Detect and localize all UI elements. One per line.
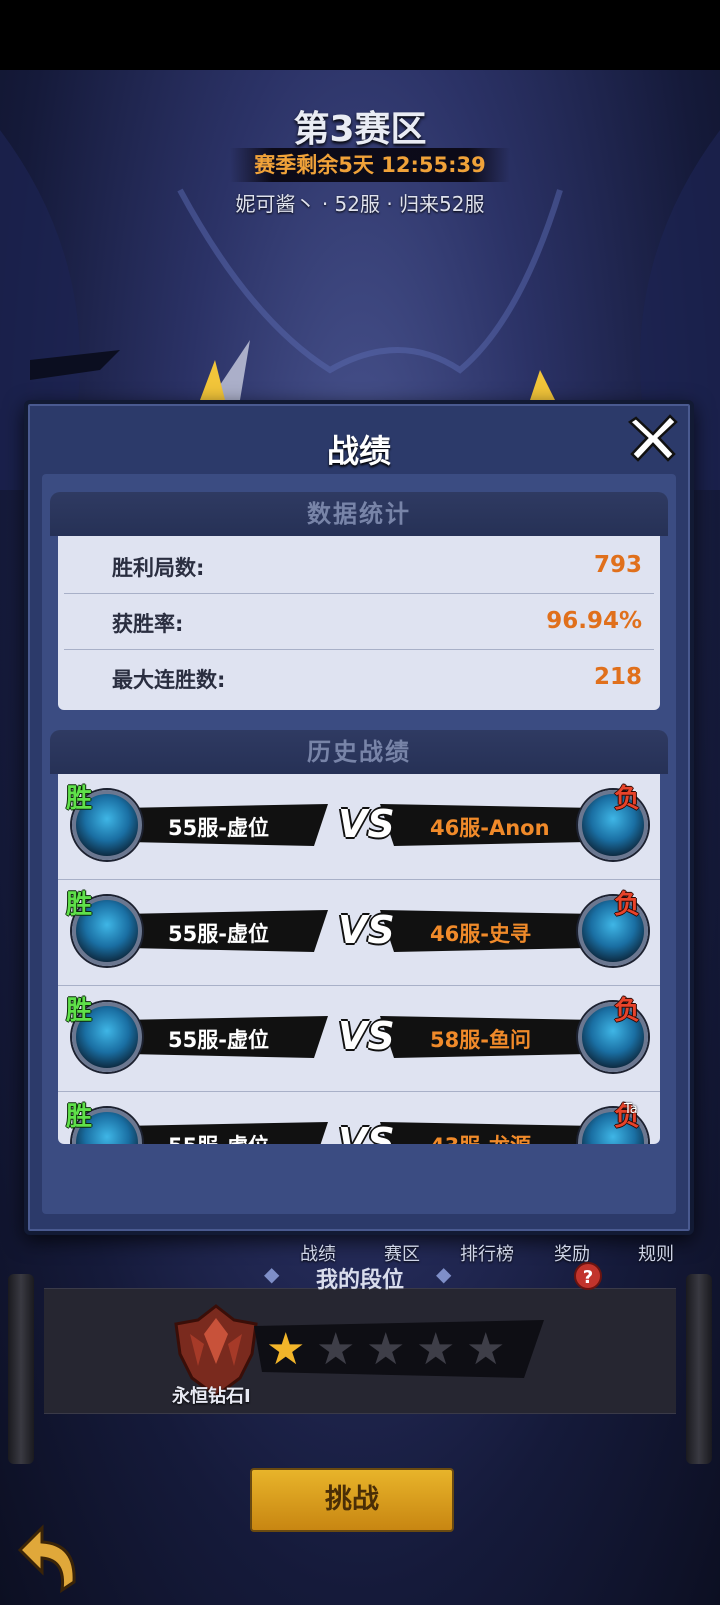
modal-content: 数据统计 胜利局数: 793 获胜率: 96.94% 最大连胜数: 218 历史… [42, 474, 676, 1214]
stats-box: 胜利局数: 793 获胜率: 96.94% 最大连胜数: 218 [58, 536, 660, 710]
season-timer: 赛季剩余5天 12:55:39 [254, 153, 486, 177]
rank-panel: ◆ ◆ 我的段位 ? 永恒钻石I ★ ★ ★ ★ ★ [0, 1248, 720, 1464]
star-empty-icon: ★ [466, 1324, 506, 1375]
rank-name: 永恒钻石I [172, 1386, 251, 1407]
lose-badge: 负 [614, 996, 641, 1026]
match-row[interactable]: 胜 负 Ta 55服-虚位 VS 43服-龙源 [58, 1092, 660, 1144]
vs-label: VS [338, 802, 395, 846]
history-list[interactable]: 胜 负 55服-虚位 VS 46服-Anon 胜 负 55服-虚位 VS 46服… [58, 774, 660, 1144]
player-name: 55服-虚位 [168, 1130, 269, 1144]
stat-label: 最大连胜数: [112, 668, 226, 692]
season-timer-banner: 赛季剩余5天 12:55:39 [230, 148, 510, 182]
scroll-handle-right [686, 1274, 712, 1464]
challenge-button[interactable]: 挑战 [250, 1468, 454, 1532]
season-title: 第3赛区 [293, 109, 427, 150]
back-button[interactable] [12, 1520, 82, 1594]
player-name: 55服-虚位 [168, 922, 269, 946]
player-name: 55服-虚位 [168, 816, 269, 840]
opponent-tag: Ta [624, 1102, 638, 1117]
match-row[interactable]: 胜 负 55服-虚位 VS 46服-Anon [58, 774, 660, 880]
scroll-handle-left [8, 1274, 34, 1464]
stat-label: 胜利局数: [112, 556, 205, 580]
opponent-name: 46服-Anon [430, 816, 550, 840]
vs-label: VS [338, 1120, 395, 1144]
rank-title: 我的段位 [315, 1268, 404, 1293]
win-badge: 胜 [66, 890, 93, 920]
stat-value: 218 [593, 664, 642, 690]
close-icon [627, 414, 678, 462]
lose-badge: 负 [614, 890, 641, 920]
stat-row-winrate: 获胜率: 96.94% [64, 594, 654, 650]
player-name: 55服-虚位 [168, 1028, 269, 1052]
win-badge: 胜 [66, 996, 93, 1026]
match-row[interactable]: 胜 负 55服-虚位 VS 58服-鱼问 [58, 986, 660, 1092]
record-modal: 战绩 数据统计 胜利局数: 793 获胜率: 96.94% 最大连胜数: 218… [24, 400, 694, 1235]
stats-header: 数据统计 [50, 492, 668, 536]
opponent-name: 46服-史寻 [430, 922, 531, 946]
history-header: 历史战绩 [50, 730, 668, 774]
opponent-name: 43服-龙源 [430, 1130, 590, 1144]
vs-label: VS [338, 1014, 395, 1058]
stat-row-streak: 最大连胜数: 218 [64, 650, 654, 706]
modal-title: 战绩 [326, 432, 391, 470]
star-filled-icon: ★ [266, 1324, 306, 1375]
match-row[interactable]: 胜 负 55服-虚位 VS 46服-史寻 [58, 880, 660, 986]
star-empty-icon: ★ [316, 1324, 356, 1375]
stat-label: 获胜率: [112, 612, 184, 636]
star-empty-icon: ★ [366, 1324, 406, 1375]
stat-row-wins: 胜利局数: 793 [64, 538, 654, 594]
opponent-name: 58服-鱼问 [430, 1028, 531, 1052]
stat-value: 96.94% [546, 608, 642, 634]
help-button[interactable]: ? [574, 1262, 602, 1290]
back-arrow-icon [17, 1524, 76, 1594]
vs-label: VS [338, 908, 395, 952]
lose-badge: 负 [614, 784, 641, 814]
close-button[interactable] [626, 410, 680, 464]
stat-value: 793 [593, 552, 642, 578]
win-badge: 胜 [66, 1102, 93, 1132]
win-badge: 胜 [66, 784, 93, 814]
star-empty-icon: ★ [416, 1324, 456, 1375]
server-info: 妮可酱丶 · 52服 · 归来52服 [235, 192, 485, 216]
